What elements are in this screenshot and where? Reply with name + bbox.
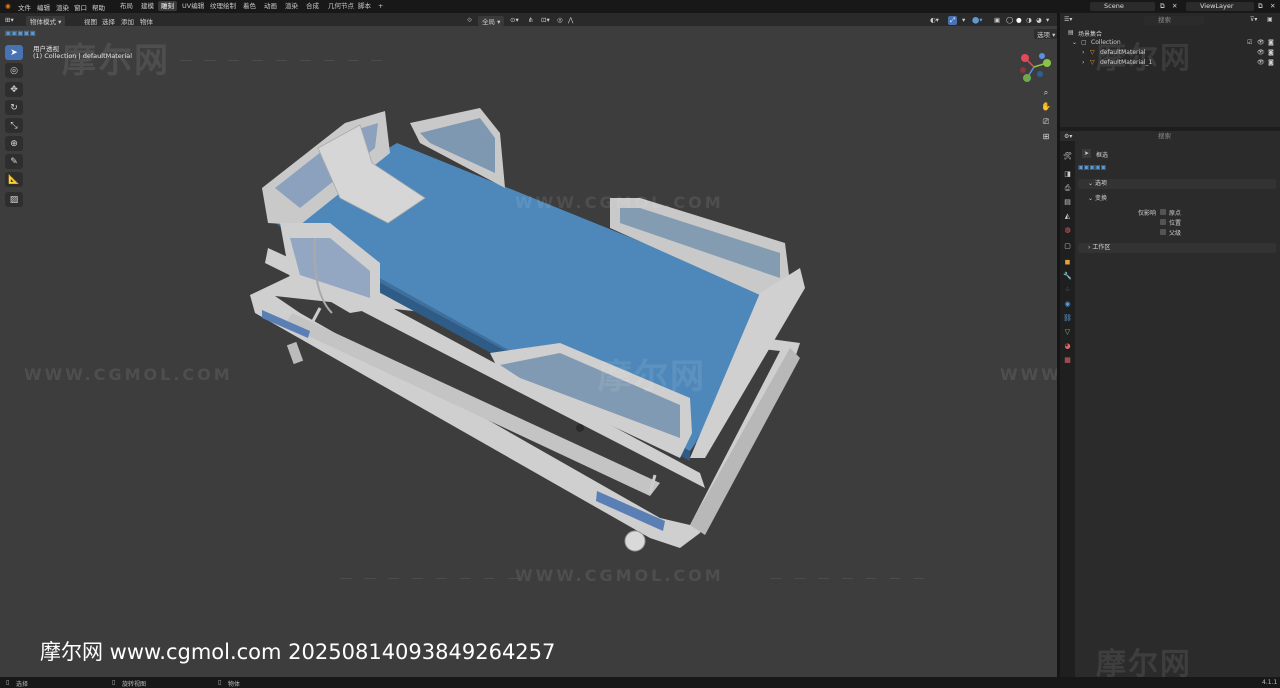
top-menu-bar: ◉ 文件 编辑 渲染 窗口 帮助 布局 建模 雕刻 UV编辑 纹理绘制 着色 动…: [0, 0, 1280, 13]
collection-tab-icon[interactable]: ▢: [1062, 241, 1073, 252]
modifier-tab-icon[interactable]: 🔧: [1062, 271, 1073, 282]
tab-animation[interactable]: 动画: [261, 1, 280, 11]
output-tab-icon[interactable]: ⎙: [1062, 183, 1073, 194]
tab-uv-editing[interactable]: UV编辑: [179, 1, 207, 11]
affect-parents-checkbox[interactable]: [1160, 229, 1166, 235]
transform-subpanel-header[interactable]: ⌄ 变换: [1088, 193, 1107, 202]
properties-tabs: 🛠 ◨ ⎙ ▤ ◭ ◍ ▢ ◼ 🔧 ⁘ ◉ ⛓ ▽ ◕ ▦: [1060, 141, 1075, 677]
workspace-panel-header[interactable]: › 工作区: [1078, 243, 1276, 253]
add-workspace-button[interactable]: +: [375, 1, 386, 11]
expand-collection-icon[interactable]: ⌄: [1072, 39, 1077, 46]
watermark-logo: 摩尔网: [62, 41, 170, 81]
tab-compositing[interactable]: 合成: [303, 1, 322, 11]
status-object: 物体: [228, 681, 241, 688]
constraints-tab-icon[interactable]: ⛓: [1062, 313, 1073, 324]
affect-locations-label: 位置: [1169, 220, 1182, 227]
scene-selector[interactable]: Scene: [1090, 2, 1155, 11]
eye-icon[interactable]: 👁: [1257, 59, 1265, 66]
tab-modeling[interactable]: 建模: [138, 1, 157, 11]
watermark-credit: 摩尔网 www.cgmol.com 20250814093849264257: [40, 640, 556, 664]
expand-object-icon[interactable]: ›: [1082, 59, 1084, 66]
properties-search-input[interactable]: 搜索: [1144, 132, 1198, 141]
tab-scripting[interactable]: 脚本: [355, 1, 374, 11]
tab-sculpting[interactable]: 雕刻: [158, 1, 177, 11]
texture-tab-icon[interactable]: ▦: [1062, 355, 1073, 366]
affect-origins-checkbox[interactable]: [1160, 209, 1166, 215]
selection-mode-icons[interactable]: ▣▣▣▣▣: [1078, 164, 1106, 171]
mesh-object-icon: ▽: [1090, 59, 1095, 66]
watermark-logo: 摩尔网: [598, 357, 706, 397]
version-label: 4.1.1: [1262, 679, 1278, 686]
menu-help[interactable]: 帮助: [92, 2, 105, 12]
select-box-tool-icon: ➤: [1082, 149, 1092, 158]
tool-title: 框选: [1096, 152, 1109, 159]
menu-render[interactable]: 渲染: [56, 2, 69, 12]
camera-icon[interactable]: ◙: [1268, 59, 1274, 66]
mouse-right-icon: ▯: [218, 679, 222, 686]
tab-geometry-nodes[interactable]: 几何节点: [325, 1, 357, 11]
scene-tab-icon[interactable]: ◭: [1062, 211, 1073, 222]
view-layer-close-icon[interactable]: ✕: [1270, 2, 1275, 10]
view-layer-add-icon[interactable]: ⧉: [1258, 2, 1263, 11]
affect-only-label: 仅影响: [1138, 210, 1157, 217]
mouse-middle-icon: ▯: [112, 679, 116, 686]
render-tab-icon[interactable]: ◨: [1062, 169, 1073, 180]
menu-window[interactable]: 窗口: [74, 2, 87, 12]
3d-viewport[interactable]: ⊞▾ 物体模式 ▾ 视图 选择 添加 物体 ⟐ 全局 ▾ ⊙▾ ⋔ ⊡▾ ◎ ⋀…: [0, 13, 1057, 677]
properties-panel: ⚙▾ 搜索 🛠 ◨ ⎙ ▤ ◭ ◍ ▢ ◼ 🔧 ⁘ ◉ ⛓ ▽ ◕ ▦ ➤ 框选…: [1060, 131, 1280, 682]
expand-icon: ⌄: [1088, 180, 1095, 187]
status-select: 选择: [16, 681, 29, 688]
camera-icon[interactable]: ◙: [1268, 39, 1274, 46]
watermark-logo: 摩尔网: [1096, 41, 1192, 76]
scene-add-icon[interactable]: ⧉: [1160, 2, 1165, 11]
view-layer-selector[interactable]: ViewLayer: [1186, 2, 1254, 11]
watermark-url: WWW.CGMOL.COM: [24, 365, 233, 384]
object-tab-icon[interactable]: ◼: [1062, 257, 1073, 268]
outliner-search-input[interactable]: 搜索: [1144, 16, 1204, 25]
watermark-dashes: — — — — — — — —: [340, 571, 523, 585]
physics-tab-icon[interactable]: ◉: [1062, 299, 1073, 310]
collection-icon: ▢: [1081, 39, 1087, 46]
status-rotate-view: 旋转视图: [122, 681, 147, 688]
affect-origins-label: 原点: [1169, 210, 1182, 217]
watermark-dashes: — — — — — — — — —: [180, 53, 387, 67]
particles-tab-icon[interactable]: ⁘: [1062, 285, 1073, 296]
expand-object-icon[interactable]: ›: [1082, 49, 1084, 56]
eye-icon[interactable]: 👁: [1257, 39, 1265, 46]
tab-texture-paint[interactable]: 纹理绘制: [207, 1, 239, 11]
material-tab-icon[interactable]: ◕: [1062, 341, 1073, 352]
menu-edit[interactable]: 编辑: [37, 2, 50, 12]
filter-icon[interactable]: ⊽▾: [1250, 16, 1257, 23]
tool-tab-icon[interactable]: 🛠: [1062, 151, 1073, 162]
blender-logo-icon[interactable]: ◉: [5, 2, 11, 10]
exclude-checkbox[interactable]: ☑: [1247, 39, 1252, 46]
new-collection-icon[interactable]: ▣: [1267, 16, 1273, 23]
tab-layout[interactable]: 布局: [117, 1, 136, 11]
menu-file[interactable]: 文件: [18, 2, 31, 12]
view-layer-tab-icon[interactable]: ▤: [1062, 197, 1073, 208]
watermark-dashes: — — — — — — —: [770, 571, 929, 585]
eye-icon[interactable]: 👁: [1257, 49, 1265, 56]
status-bar: ▯ 选择 ▯ 旋转视图 ▯ 物体 4.1.1: [0, 677, 1280, 688]
watermark-url: WWW.CGMOL.COM: [515, 566, 724, 585]
data-tab-icon[interactable]: ▽: [1062, 327, 1073, 338]
properties-type-icon[interactable]: ⚙▾: [1064, 133, 1072, 140]
watermark-url: WWW.CGMOL.COM: [1000, 365, 1057, 384]
world-tab-icon[interactable]: ◍: [1062, 225, 1073, 236]
mesh-object-icon: ▽: [1090, 49, 1095, 56]
tab-shading[interactable]: 着色: [240, 1, 259, 11]
outliner-panel: ☰▾ 搜索 ⊽▾ ▣ ▤ 场景集合 ⌄ ▢ Collection › ▽ def…: [1060, 13, 1280, 127]
mouse-left-icon: ▯: [6, 679, 10, 686]
tab-rendering[interactable]: 渲染: [282, 1, 301, 11]
affect-locations-checkbox[interactable]: [1160, 219, 1166, 225]
scene-collection-icon: ▤: [1068, 29, 1074, 36]
scene-close-icon[interactable]: ✕: [1172, 2, 1177, 10]
watermark-url: WWW.CGMOL.COM: [515, 193, 724, 212]
affect-parents-label: 父级: [1169, 230, 1182, 237]
camera-icon[interactable]: ◙: [1268, 49, 1274, 56]
options-panel-header[interactable]: ⌄ 选项: [1078, 179, 1276, 189]
outliner-type-icon[interactable]: ☰▾: [1064, 16, 1072, 23]
